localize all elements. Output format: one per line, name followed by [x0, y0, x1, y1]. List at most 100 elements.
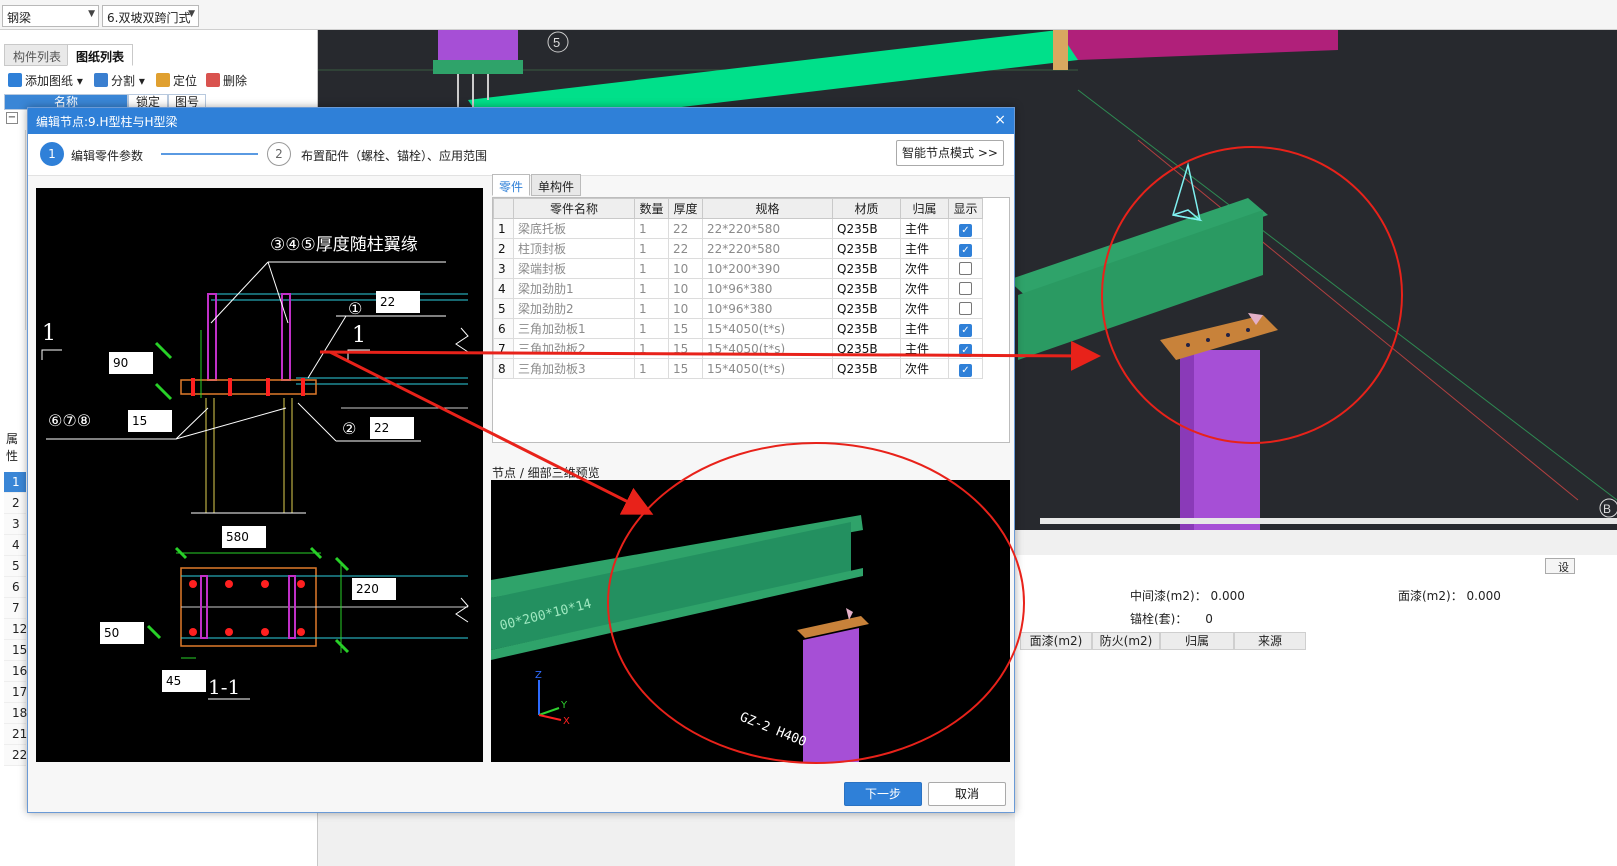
attr-row-number[interactable]: 6 [4, 577, 26, 598]
attr-row-number[interactable]: 16 [4, 661, 27, 682]
tab-single-component[interactable]: 单构件 [531, 174, 582, 196]
attr-row-number[interactable]: 15 [4, 640, 27, 661]
table-row[interactable]: 4 梁加劲肋1 1 10 10*96*380 Q235B 次件 [493, 278, 983, 299]
settings-button[interactable]: 设 [1545, 558, 1575, 574]
next-button[interactable]: 下一步 [844, 782, 922, 806]
col-qty[interactable]: 数量 [634, 198, 669, 219]
cell-part-name[interactable]: 梁底托板 [513, 218, 635, 239]
attr-row-number[interactable]: 1 [4, 472, 26, 493]
cell-spec[interactable]: 22*220*580 [702, 218, 833, 239]
cell-qty[interactable]: 1 [634, 258, 669, 279]
cell-thickness[interactable]: 22 [668, 218, 703, 239]
cell-index[interactable]: 8 [493, 358, 514, 379]
col-fireproof[interactable]: 防火(m2) [1092, 632, 1160, 650]
cell-spec[interactable]: 10*200*390 [702, 258, 833, 279]
cell-thickness[interactable]: 15 [668, 318, 703, 339]
cell-owner[interactable]: 次件 [900, 258, 949, 279]
cell-thickness[interactable]: 10 [668, 298, 703, 319]
cell-spec[interactable]: 22*220*580 [702, 238, 833, 259]
show-checkbox[interactable] [959, 281, 972, 295]
attr-row-number[interactable]: 18 [4, 703, 27, 724]
col-thickness[interactable]: 厚度 [668, 198, 703, 219]
attr-row-number[interactable]: 12 [4, 619, 27, 640]
cell-index[interactable]: 5 [493, 298, 514, 319]
show-checkbox[interactable]: ✓ [959, 224, 972, 237]
attr-tab[interactable]: 属性 [6, 430, 26, 463]
table-row[interactable]: 7 三角加劲板2 1 15 15*4050(t*s) Q235B 主件 ✓ [493, 338, 983, 359]
category-combobox[interactable]: 钢梁 ▼ [2, 5, 99, 27]
cell-spec[interactable]: 10*96*380 [702, 278, 833, 299]
show-checkbox[interactable] [959, 301, 972, 315]
cell-material[interactable]: Q235B [832, 358, 901, 379]
cell-qty[interactable]: 1 [634, 318, 669, 339]
cell-owner[interactable]: 主件 [900, 218, 949, 239]
attr-row-number[interactable]: 3 [4, 514, 26, 535]
cell-part-name[interactable]: 柱顶封板 [513, 238, 635, 259]
tab-drawing-list[interactable]: 图纸列表 [67, 44, 134, 66]
cell-thickness[interactable]: 10 [668, 278, 703, 299]
show-checkbox[interactable]: ✓ [959, 244, 972, 257]
attr-row-number[interactable]: 2 [4, 493, 26, 514]
delete-button[interactable]: 删除 [206, 72, 247, 92]
cell-qty[interactable]: 1 [634, 358, 669, 379]
close-icon[interactable]: × [994, 112, 1006, 128]
col-owner[interactable]: 归属 [1160, 632, 1234, 650]
cell-part-name[interactable]: 梁加劲肋1 [513, 278, 635, 299]
cell-part-name[interactable]: 梁加劲肋2 [513, 298, 635, 319]
table-row[interactable]: 6 三角加劲板1 1 15 15*4050(t*s) Q235B 主件 ✓ [493, 318, 983, 339]
viewport-scrollbar[interactable] [1040, 518, 1617, 524]
cell-part-name[interactable]: 梁端封板 [513, 258, 635, 279]
attr-row-number[interactable]: 22 [4, 745, 27, 766]
cell-material[interactable]: Q235B [832, 338, 901, 359]
cell-thickness[interactable]: 22 [668, 238, 703, 259]
cell-owner[interactable]: 次件 [900, 358, 949, 379]
table-row[interactable]: 8 三角加劲板3 1 15 15*4050(t*s) Q235B 次件 ✓ [493, 358, 983, 379]
col-spec[interactable]: 规格 [702, 198, 833, 219]
locate-button[interactable]: 定位 [156, 72, 197, 92]
tab-parts[interactable]: 零件 [492, 174, 531, 196]
cell-material[interactable]: Q235B [832, 238, 901, 259]
3d-preview[interactable]: 00*200*10*14 GZ-2 H400 Z Y X [491, 480, 1010, 762]
table-row[interactable]: 3 梁端封板 1 10 10*200*390 Q235B 次件 [493, 258, 983, 279]
template-combobox[interactable]: 6.双坡双跨门式 ▼ [102, 5, 199, 27]
cell-material[interactable]: Q235B [832, 298, 901, 319]
cell-qty[interactable]: 1 [634, 338, 669, 359]
show-checkbox[interactable]: ✓ [959, 344, 972, 357]
cell-qty[interactable]: 1 [634, 278, 669, 299]
cell-spec[interactable]: 15*4050(t*s) [702, 338, 833, 359]
cell-material[interactable]: Q235B [832, 278, 901, 299]
table-row[interactable]: 2 柱顶封板 1 22 22*220*580 Q235B 主件 ✓ [493, 238, 983, 259]
table-row[interactable]: 5 梁加劲肋2 1 10 10*96*380 Q235B 次件 [493, 298, 983, 319]
cell-owner[interactable]: 次件 [900, 298, 949, 319]
add-drawing-button[interactable]: 添加图纸 ▾ [8, 72, 83, 92]
cell-index[interactable]: 3 [493, 258, 514, 279]
col-source[interactable]: 来源 [1234, 632, 1306, 650]
attr-row-number[interactable]: 5 [4, 556, 26, 577]
attr-row-number[interactable]: 17 [4, 682, 27, 703]
smart-node-mode-button[interactable]: 智能节点模式 >> [896, 140, 1004, 166]
cell-index[interactable]: 1 [493, 218, 514, 239]
show-checkbox[interactable]: ✓ [959, 364, 972, 377]
cell-owner[interactable]: 次件 [900, 278, 949, 299]
attr-row-number[interactable]: 7 [4, 598, 26, 619]
cell-index[interactable]: 4 [493, 278, 514, 299]
cell-index[interactable]: 6 [493, 318, 514, 339]
cell-spec[interactable]: 15*4050(t*s) [702, 318, 833, 339]
cell-owner[interactable]: 主件 [900, 338, 949, 359]
cell-qty[interactable]: 1 [634, 218, 669, 239]
cell-thickness[interactable]: 15 [668, 338, 703, 359]
cell-thickness[interactable]: 15 [668, 358, 703, 379]
cell-thickness[interactable]: 10 [668, 258, 703, 279]
col-owner[interactable]: 归属 [900, 198, 949, 219]
col-part-name[interactable]: 零件名称 [513, 198, 635, 219]
cell-spec[interactable]: 10*96*380 [702, 298, 833, 319]
cell-part-name[interactable]: 三角加劲板1 [513, 318, 635, 339]
attr-row-number[interactable]: 21 [4, 724, 27, 745]
cell-owner[interactable]: 主件 [900, 238, 949, 259]
table-row[interactable]: 1 梁底托板 1 22 22*220*580 Q235B 主件 ✓ [493, 218, 983, 239]
cell-qty[interactable]: 1 [634, 238, 669, 259]
cell-spec[interactable]: 15*4050(t*s) [702, 358, 833, 379]
cell-material[interactable]: Q235B [832, 258, 901, 279]
cell-index[interactable]: 2 [493, 238, 514, 259]
attr-row-number[interactable]: 4 [4, 535, 26, 556]
